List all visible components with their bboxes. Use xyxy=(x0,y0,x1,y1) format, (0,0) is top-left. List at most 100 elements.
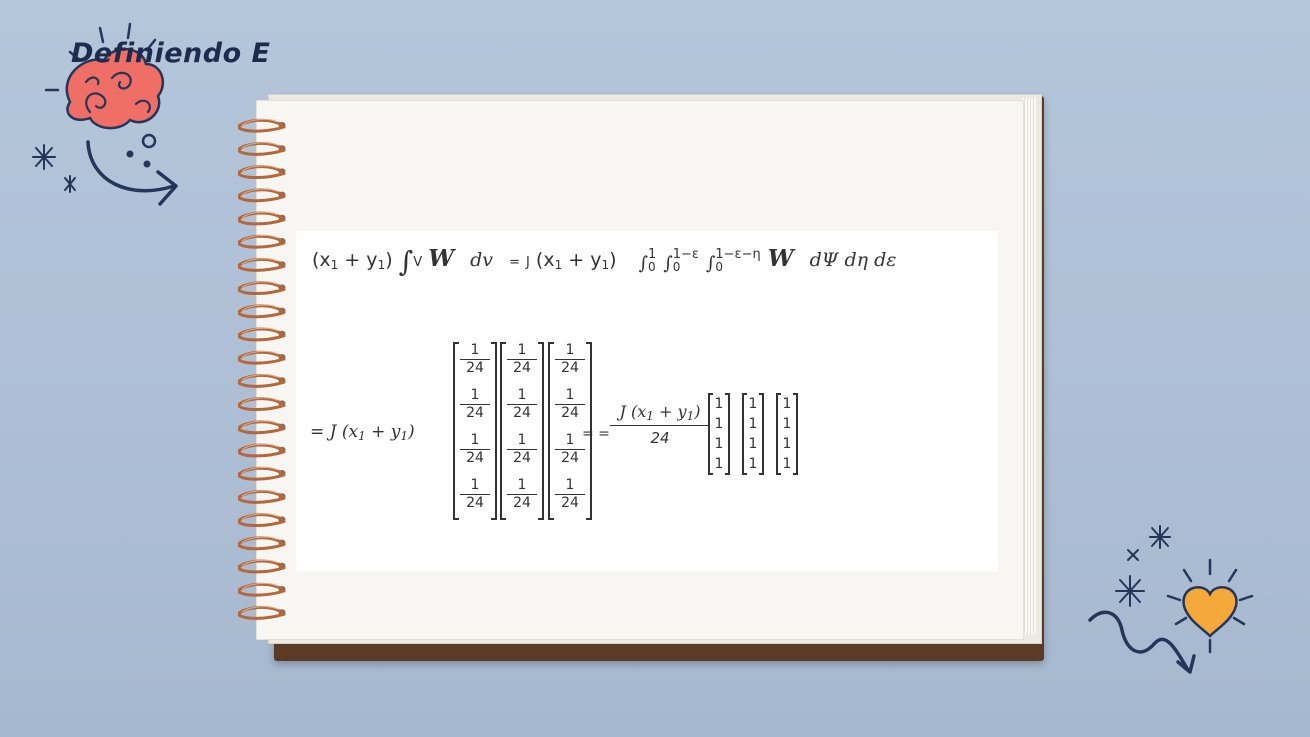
entry-denominator: 24 xyxy=(513,495,531,511)
eq1-rhs-sub2: 1 xyxy=(601,258,610,272)
equation-panel: (x1 + y1) ∫V W dv = J (x1 + y1) ∫ 1 0 ∫ 1−ε… xyxy=(296,231,998,571)
eq2-frac-num-close: ) xyxy=(694,402,701,421)
spiral-ring xyxy=(238,489,286,504)
eq2-fraction: J (x1 + y1) 24 xyxy=(610,402,710,447)
eq1-integral-1-symbol: ∫ xyxy=(638,253,649,274)
spiral-ring xyxy=(238,234,286,249)
ones-entry: 1 xyxy=(748,396,758,412)
eq1-lhs-close: ) xyxy=(385,249,393,271)
eq1-integral-3-symbol: ∫ xyxy=(705,253,716,274)
entry-denominator: 24 xyxy=(561,360,579,376)
eq1-integral-2-limits: 1−ε 0 xyxy=(673,248,699,274)
spiral-ring xyxy=(238,165,286,180)
eq1-lhs-plus: + y xyxy=(338,249,378,271)
ones-entry: 1 xyxy=(748,416,758,432)
entry-denominator: 24 xyxy=(513,405,531,421)
entry-denominator: 24 xyxy=(561,495,579,511)
spiral-ring xyxy=(238,443,286,458)
spiral-ring xyxy=(238,281,286,296)
entry-numerator: 1 xyxy=(460,433,490,450)
entry-denominator: 24 xyxy=(466,405,484,421)
eq1-jacobian: J xyxy=(526,255,530,270)
ones-vector: 1 1 1 1 xyxy=(776,393,798,475)
spiral-ring xyxy=(238,350,286,365)
ones-entry: 1 xyxy=(714,416,724,432)
eq2-equals: = = xyxy=(582,426,610,442)
spiral-ring xyxy=(238,420,286,435)
spiral-ring xyxy=(238,188,286,203)
spiral-ring xyxy=(238,397,286,412)
ones-entry: 1 xyxy=(782,456,792,472)
slide-title: Definiendo E xyxy=(71,38,271,69)
eq1-integral-2-lower: 0 xyxy=(672,260,681,274)
ones-vector: 1 1 1 1 xyxy=(742,393,764,475)
eq2-frac-num-sub1: 1 xyxy=(646,409,654,423)
eq1-lhs-open: (x xyxy=(312,249,331,271)
eq2-lhs-sub1: 1 xyxy=(358,429,366,443)
eq2-fraction-denominator: 24 xyxy=(650,429,670,447)
matrix-entry: 1 24 xyxy=(460,343,490,376)
eq1-integral-2-symbol: ∫ xyxy=(663,253,673,274)
entry-denominator: 24 xyxy=(561,405,579,421)
matrix-bracket xyxy=(491,342,497,520)
spiral-ring xyxy=(238,118,286,133)
spiral-ring xyxy=(238,327,286,342)
ones-entry: 1 xyxy=(782,416,792,432)
ones-entry: 1 xyxy=(748,436,758,452)
eq1-rhs-open: (x xyxy=(535,249,555,271)
matrix-entry: 1 24 xyxy=(507,343,537,376)
matrix-entry: 1 24 xyxy=(460,433,490,466)
eq1-integral-domain: V xyxy=(413,255,423,270)
eq2-lhs: = J (x1 + y1) xyxy=(310,422,415,443)
matrix-bracket xyxy=(548,342,554,520)
matrix-entry: 1 24 xyxy=(555,388,585,421)
entry-denominator: 24 xyxy=(466,450,484,466)
spiral-ring xyxy=(238,536,286,551)
entry-denominator: 24 xyxy=(513,450,531,466)
notebook-pages-edge xyxy=(1022,98,1036,634)
eq1-integral-1-limits: 10 xyxy=(648,248,656,274)
entry-denominator: 24 xyxy=(466,495,484,511)
fraction-matrix: 1 24 1 24 1 24 1 24 xyxy=(453,342,497,520)
eq2-fraction-numerator: J (x1 + y1) xyxy=(610,402,710,426)
spiral-ring xyxy=(238,605,286,620)
matrix-entry: 1 24 xyxy=(507,478,537,511)
eq1-weight-function-rhs: W xyxy=(767,245,794,272)
matrix-bracket xyxy=(538,342,544,520)
spiral-ring xyxy=(238,257,286,272)
entry-numerator: 1 xyxy=(507,433,537,450)
eq2-frac-num-text: J (x xyxy=(619,402,647,421)
entry-denominator: 24 xyxy=(466,360,484,376)
spiral-ring xyxy=(238,466,286,481)
entry-numerator: 1 xyxy=(460,388,490,405)
eq1-differentials: dΨ dη dε xyxy=(809,249,897,271)
eq2-lhs-close: ) xyxy=(408,422,415,442)
spiral-ring xyxy=(238,211,286,226)
eq1-equals: = xyxy=(509,255,520,270)
entry-numerator: 1 xyxy=(507,388,537,405)
vector-bracket xyxy=(793,393,798,475)
eq1-integral-3-lower: 0 xyxy=(715,260,724,274)
heart-doodle-icon xyxy=(1088,525,1254,674)
eq2-lhs-text: = J (x xyxy=(310,422,359,442)
matrix-entry: 1 24 xyxy=(555,478,585,511)
ones-entry: 1 xyxy=(714,456,724,472)
matrix-entry: 1 24 xyxy=(507,388,537,421)
matrix-bracket xyxy=(500,342,506,520)
integral-equation: (x1 + y1) ∫V W dv = J (x1 + y1) ∫ 1 0 ∫ 1−ε… xyxy=(312,245,896,285)
eq1-integral-3-limits: 1−ε−η 0 xyxy=(715,248,760,274)
vector-bracket xyxy=(759,393,764,475)
ones-entry: 1 xyxy=(748,456,758,472)
spiral-ring xyxy=(238,373,286,388)
eq2-lhs-sub2: 1 xyxy=(400,429,409,443)
vector-bracket xyxy=(725,393,730,475)
eq1-rhs-close: ) xyxy=(609,249,617,271)
spiral-ring xyxy=(238,559,286,574)
spiral-ring xyxy=(238,582,286,597)
eq1-weight-function: W xyxy=(428,245,455,272)
matrix-entry: 1 24 xyxy=(507,433,537,466)
entry-denominator: 24 xyxy=(561,450,579,466)
matrix-entry: 1 24 xyxy=(555,343,585,376)
fraction-matrix: 1 24 1 24 1 24 1 24 xyxy=(500,342,544,520)
ones-entry: 1 xyxy=(782,436,792,452)
